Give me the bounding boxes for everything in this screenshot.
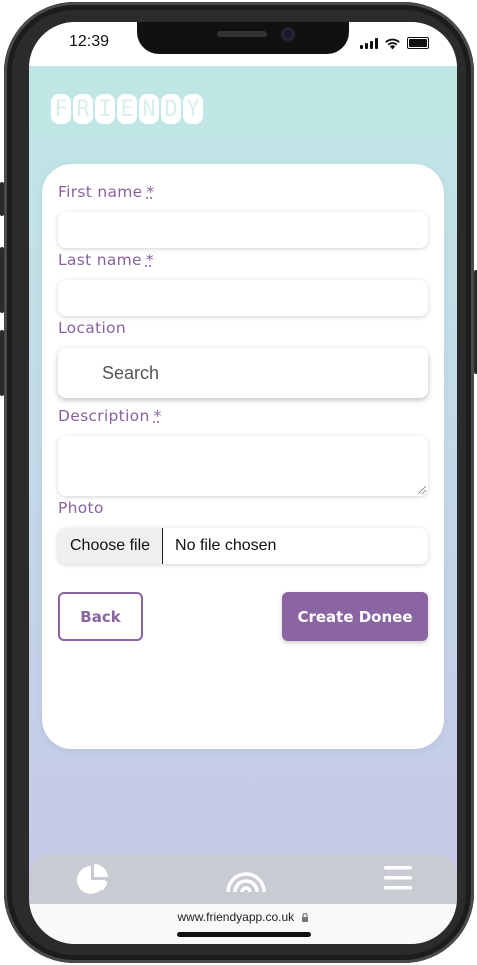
choose-file-button[interactable]: Choose file	[58, 528, 164, 564]
logo-letter: I	[95, 94, 115, 124]
last-name-input[interactable]	[58, 280, 428, 316]
pie-chart-icon[interactable]	[75, 862, 111, 898]
status-time: 12:39	[69, 33, 110, 50]
rainbow-icon[interactable]	[225, 862, 267, 894]
home-indicator[interactable]	[177, 932, 311, 937]
last-name-label: Last name *	[58, 251, 154, 269]
url-value: www.friendyapp.co.uk	[177, 910, 295, 924]
resize-handle-icon[interactable]	[418, 486, 426, 494]
bottom-nav	[29, 854, 457, 904]
menu-icon[interactable]	[383, 865, 413, 891]
back-button[interactable]: Back	[58, 592, 143, 641]
browser-url-bar[interactable]: www.friendyapp.co.uk	[29, 904, 457, 944]
description-label-text: Description	[58, 407, 150, 425]
photo-file-input[interactable]: Choose file No file chosen	[58, 528, 428, 564]
first-name-input[interactable]	[58, 212, 428, 248]
lock-icon	[301, 912, 308, 922]
volume-down-button	[0, 330, 4, 396]
first-name-label: First name *	[58, 183, 155, 201]
donee-form-card: First name * Last name * Location Search D…	[42, 164, 444, 749]
file-status-text: No file chosen	[175, 537, 277, 554]
speaker	[217, 31, 267, 37]
app-logo[interactable]: F R I E N D Y	[51, 94, 203, 126]
logo-letter: F	[51, 94, 71, 124]
url-text: www.friendyapp.co.uk	[29, 910, 457, 924]
logo-letter: R	[73, 94, 93, 124]
status-bar: 12:39	[29, 22, 457, 66]
notch	[137, 22, 349, 54]
phone-frame: 12:39 F R I E N D Y First name * Last na…	[0, 2, 477, 963]
logo-letter: N	[139, 94, 159, 124]
required-marker: *	[145, 251, 154, 269]
last-name-label-text: Last name	[58, 251, 142, 269]
logo-letter: D	[161, 94, 181, 124]
photo-label: Photo	[58, 499, 104, 517]
first-name-label-text: First name	[58, 183, 143, 201]
required-marker: *	[146, 183, 155, 201]
battery-icon	[407, 37, 429, 49]
status-icons	[360, 36, 429, 50]
front-camera	[281, 27, 295, 41]
description-textarea[interactable]	[58, 436, 428, 496]
location-label: Location	[58, 319, 126, 337]
create-donee-button[interactable]: Create Donee	[282, 592, 428, 641]
volume-up-button	[0, 247, 4, 313]
logo-letter: Y	[183, 94, 203, 124]
location-search-input[interactable]: Search	[58, 348, 428, 398]
mute-switch	[0, 182, 4, 216]
logo-letter: E	[117, 94, 137, 124]
wifi-icon	[385, 38, 400, 49]
screen: 12:39 F R I E N D Y First name * Last na…	[29, 22, 457, 944]
description-label: Description *	[58, 407, 162, 425]
required-marker: *	[153, 407, 162, 425]
signal-icon	[360, 37, 378, 49]
